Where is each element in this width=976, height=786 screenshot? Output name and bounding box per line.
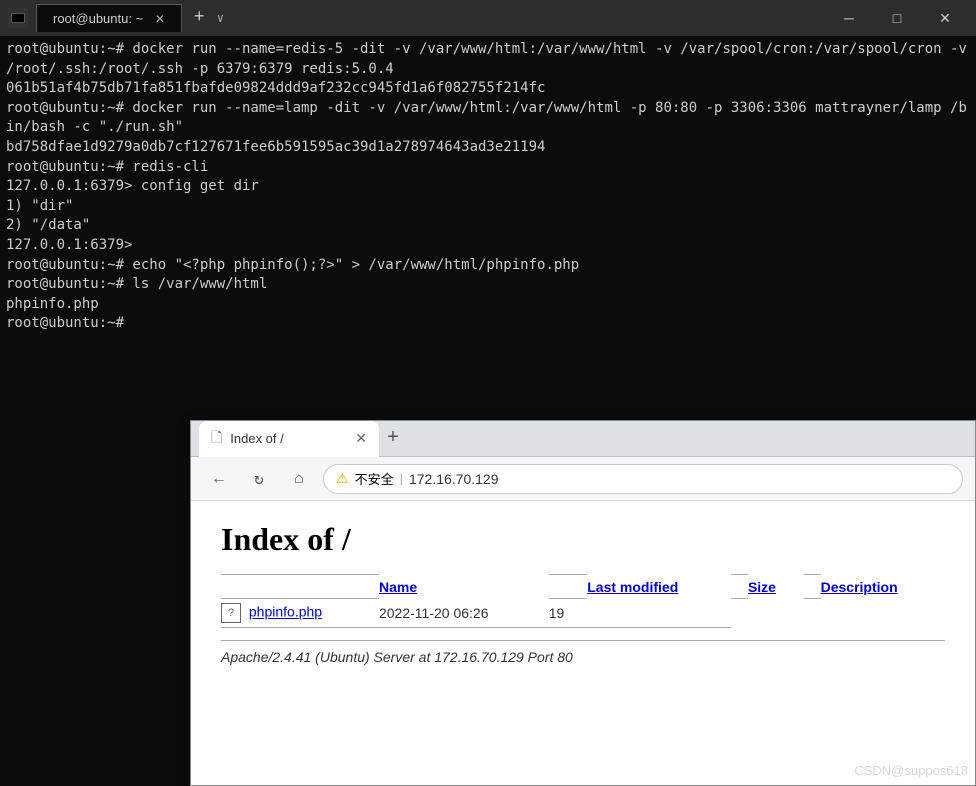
file-modified-cell: 2022-11-20 06:26: [379, 599, 549, 628]
address-separator: |: [400, 471, 403, 486]
browser-tab-close[interactable]: ✕: [355, 430, 367, 447]
not-secure-label: 不安全: [355, 469, 394, 488]
browser-navbar: ← ↻ ⌂ ⚠ 不安全 | 172.16.70.129: [191, 457, 975, 501]
browser-tab-active[interactable]: 🗋 Index of / ✕: [199, 421, 379, 457]
terminal-tab-close[interactable]: ✕: [155, 12, 165, 26]
col-name[interactable]: Name: [379, 575, 549, 599]
home-button[interactable]: ⌂: [283, 463, 315, 495]
terminal-tab-chevron[interactable]: ∨: [213, 11, 228, 26]
refresh-button[interactable]: ↻: [243, 463, 275, 495]
col-modified[interactable]: Last modified: [587, 575, 731, 599]
file-listing-table: Name Last modified Size Description ? ph…: [221, 574, 945, 628]
minimize-button[interactable]: ─: [826, 0, 872, 36]
browser-content-area: Index of / Name Last modified Size Descr…: [191, 501, 975, 785]
terminal-app-icon: [8, 8, 28, 28]
file-link[interactable]: phpinfo.php: [249, 604, 322, 620]
table-row: ? phpinfo.php 2022-11-20 06:26 19: [221, 599, 945, 628]
col-description[interactable]: Description: [821, 575, 945, 599]
security-warning-icon: ⚠: [336, 470, 349, 487]
browser-tab-new[interactable]: +: [383, 429, 403, 449]
back-button[interactable]: ←: [203, 463, 235, 495]
terminal-tab[interactable]: root@ubuntu: ~ ✕: [36, 4, 182, 32]
maximize-button[interactable]: □: [874, 0, 920, 36]
file-size-cell: 19: [549, 599, 588, 628]
browser-window: 🗋 Index of / ✕ + ← ↻ ⌂ ⚠ 不安全 | 172.16.70…: [190, 420, 976, 786]
window-controls: ─ □ ✕: [826, 0, 968, 36]
table-header-row: Name Last modified Size Description: [221, 575, 945, 599]
page-icon: 🗋: [211, 427, 222, 451]
browser-titlebar: 🗋 Index of / ✕ +: [191, 421, 975, 457]
terminal-tab-label: root@ubuntu: ~: [53, 11, 143, 26]
file-icon: ?: [221, 603, 241, 623]
watermark: CSDN@suppos618: [854, 763, 968, 778]
server-info: Apache/2.4.41 (Ubuntu) Server at 172.16.…: [221, 640, 945, 665]
col-size[interactable]: Size: [748, 575, 804, 599]
terminal-output: root@ubuntu:~# docker run --name=redis-5…: [6, 40, 970, 334]
address-bar[interactable]: ⚠ 不安全 | 172.16.70.129: [323, 464, 963, 494]
browser-tab-label: Index of /: [230, 431, 283, 446]
file-name-cell: ? phpinfo.php: [221, 599, 379, 628]
page-title: Index of /: [221, 521, 945, 558]
close-button[interactable]: ✕: [922, 0, 968, 36]
terminal-titlebar: root@ubuntu: ~ ✕ + ∨ ─ □ ✕: [0, 0, 976, 36]
file-desc-cell: [587, 599, 731, 628]
address-url: 172.16.70.129: [409, 471, 499, 487]
terminal-tab-add[interactable]: +: [186, 8, 213, 28]
